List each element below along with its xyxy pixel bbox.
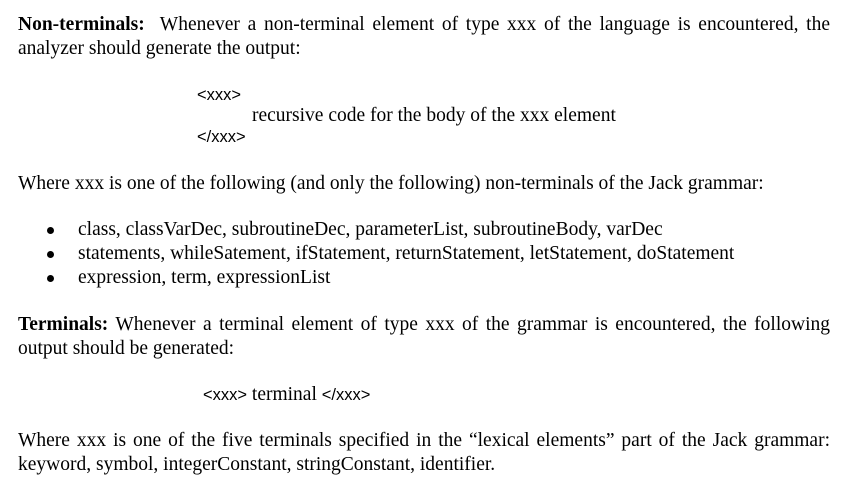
terminal-output-line: <xxx> terminal </xxx> — [203, 383, 370, 407]
nonterminal-body-text: recursive code for the body of the xxx e… — [252, 105, 616, 126]
list-item: statements, whileSatement, ifStatement, … — [45, 242, 734, 266]
terminal-close-tag: </xxx> — [321, 386, 371, 404]
terminals-heading: Terminals: — [18, 314, 109, 335]
terminals-paragraph: Terminals: Whenever a terminal element o… — [18, 313, 830, 361]
terminals-where-text: Where xxx is one of the five terminals s… — [18, 430, 830, 475]
bullet-icon — [47, 275, 54, 282]
list-item-text: class, classVarDec, subroutineDec, param… — [78, 219, 663, 240]
nonterminals-heading: Non-terminals: — [18, 14, 145, 35]
list-item-text: expression, term, expressionList — [78, 267, 331, 288]
terminal-middle-text: terminal — [251, 384, 317, 405]
nonterminal-open-tag: <xxx> — [197, 86, 242, 104]
list-item-text: statements, whileSatement, ifStatement, … — [78, 243, 735, 264]
list-item: expression, term, expressionList — [45, 266, 734, 290]
nonterminals-list: class, classVarDec, subroutineDec, param… — [45, 218, 734, 290]
nonterminals-paragraph: Non-terminals: Whenever a non-terminal e… — [18, 13, 830, 61]
nonterminals-where-text: Where xxx is one of the following (and o… — [18, 173, 764, 194]
nonterminal-close-tag: </xxx> — [197, 128, 246, 146]
terminal-open-tag: <xxx> — [203, 386, 248, 404]
bullet-icon — [47, 251, 54, 258]
terminals-intro: Whenever a terminal element of type xxx … — [18, 314, 831, 359]
bullet-icon — [47, 227, 54, 234]
list-item: class, classVarDec, subroutineDec, param… — [45, 218, 734, 242]
